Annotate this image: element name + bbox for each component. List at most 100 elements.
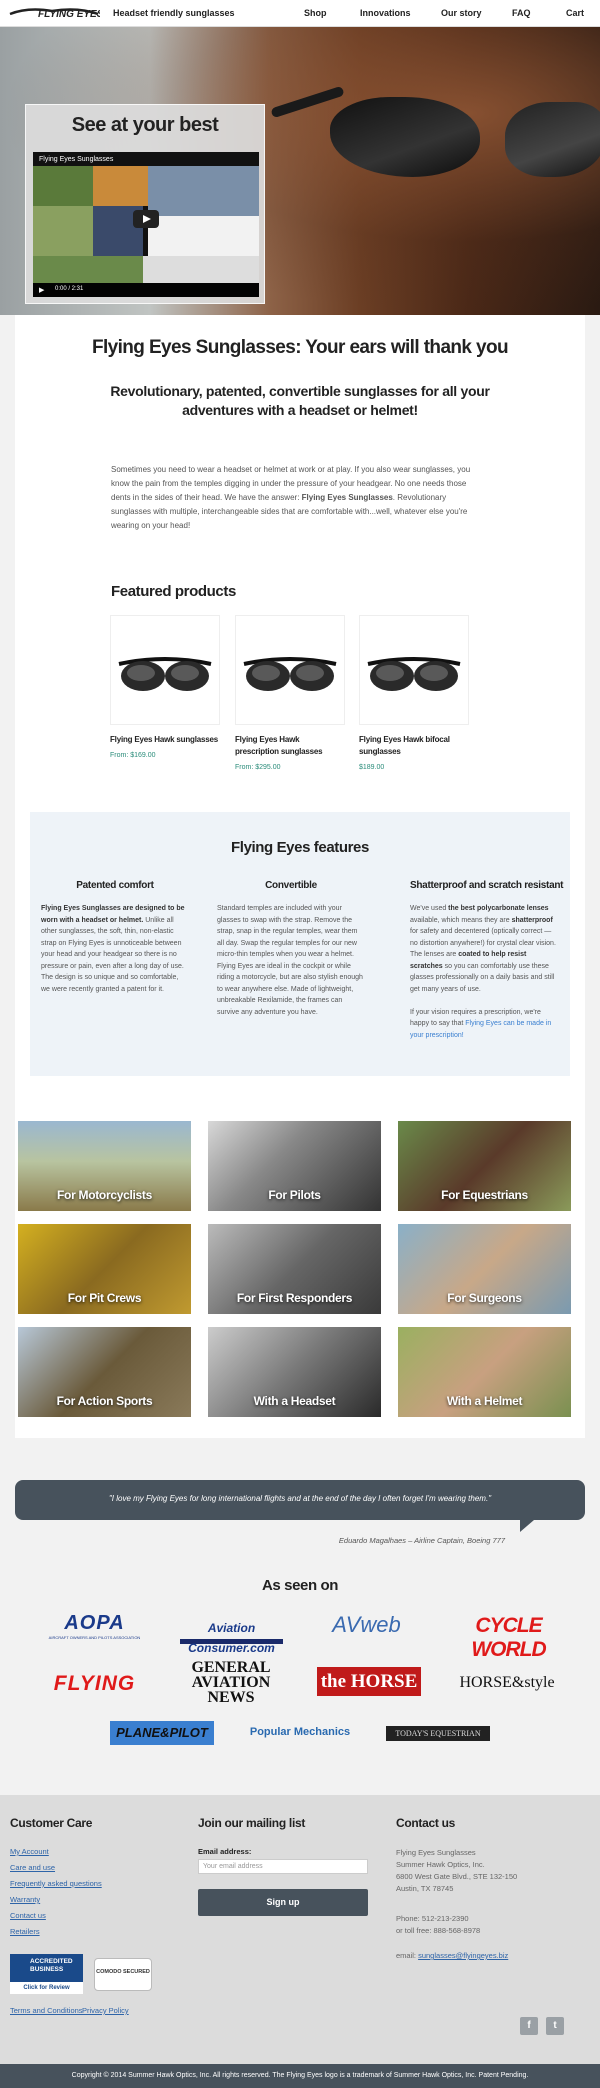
video-title: Flying Eyes Sunglasses: [39, 156, 114, 163]
category-tile-headset[interactable]: With a Headset: [208, 1327, 381, 1417]
main-content: Flying Eyes Sunglasses: Your ears will t…: [15, 315, 585, 1438]
logo-cycle-world[interactable]: CYCLE WORLD: [456, 1614, 561, 1661]
feature-convertible: Convertible Standard temples are include…: [217, 880, 365, 1018]
category-label: For Pilots: [268, 1188, 321, 1202]
product-name[interactable]: Flying Eyes Hawk sunglasses: [110, 734, 220, 746]
logo-the-horse[interactable]: the HORSE: [317, 1667, 421, 1696]
category-label: With a Helmet: [446, 1394, 523, 1408]
product-image[interactable]: [235, 615, 345, 725]
product-card[interactable]: Flying Eyes Hawk sunglasses From: $169.0…: [110, 615, 220, 759]
product-image[interactable]: [110, 615, 220, 725]
email-link[interactable]: sunglasses@flyingeyes.biz: [418, 1951, 508, 1960]
logo-aviation-consumer[interactable]: Aviation Consumer.com: [180, 1618, 283, 1655]
product-name[interactable]: Flying Eyes Hawk prescription sunglasses: [235, 734, 345, 758]
bbb-badge[interactable]: ACCREDITED BUSINESS Click for Review: [10, 1954, 83, 1994]
logo-avweb[interactable]: AVweb: [314, 1612, 419, 1644]
footer-link-privacy[interactable]: Privacy Policy: [82, 2006, 129, 2015]
hero-sunglasses-lens-right: [505, 102, 600, 177]
category-label: For Action Sports: [56, 1394, 153, 1408]
customer-care-title: Customer Care: [10, 1816, 93, 1830]
category-label: For Equestrians: [441, 1188, 528, 1202]
product-price: From: $169.00: [110, 752, 156, 759]
email-label: Email address:: [198, 1847, 252, 1856]
hero-title: See at your best: [71, 114, 219, 136]
nav-shop[interactable]: Shop: [304, 8, 327, 18]
footer-link-retailers[interactable]: Retailers: [10, 1927, 40, 1936]
logo-flying[interactable]: FLYING: [42, 1672, 147, 1702]
category-label: With a Headset: [253, 1394, 336, 1408]
product-price: From: $295.00: [235, 764, 281, 771]
as-seen-on-title: As seen on: [261, 1577, 339, 1594]
category-tile-pit-crews[interactable]: For Pit Crews: [18, 1224, 191, 1314]
category-tile-action-sports[interactable]: For Action Sports: [18, 1327, 191, 1417]
category-tile-equestrians[interactable]: For Equestrians: [398, 1121, 571, 1211]
footer-link-terms[interactable]: Terms and Conditions: [10, 2006, 83, 2015]
bubble-tail: [520, 1520, 534, 1532]
sign-up-button[interactable]: Sign up: [198, 1889, 368, 1916]
category-tile-surgeons[interactable]: For Surgeons: [398, 1224, 571, 1314]
nav-cart[interactable]: Cart: [566, 8, 584, 18]
play-small-icon[interactable]: ▶: [39, 286, 44, 294]
contact-us-title: Contact us: [396, 1816, 456, 1830]
logo-horse-and-style[interactable]: HORSE&style: [452, 1674, 562, 1696]
testimonial-bubble: "I love my Flying Eyes for long internat…: [15, 1480, 585, 1532]
logo-text: FLYING EYES: [38, 9, 100, 20]
page-title: Flying Eyes Sunglasses: Your ears will t…: [91, 337, 509, 358]
product-price: $189.00: [359, 764, 385, 771]
footer-link-warranty[interactable]: Warranty: [10, 1895, 40, 1904]
feature-shatterproof: Shatterproof and scratch resistant We've…: [410, 880, 564, 1041]
hero-banner: See at your best Flying Eyes Sunglasses …: [0, 27, 600, 315]
product-card[interactable]: Flying Eyes Hawk bifocal sunglasses $189…: [359, 615, 469, 771]
feature-patented-comfort: Patented comfort Flying Eyes Sunglasses …: [41, 880, 189, 995]
product-card[interactable]: Flying Eyes Hawk prescription sunglasses…: [235, 615, 345, 771]
category-label: For Pit Crews: [67, 1291, 142, 1305]
site-footer: Customer Care My Account Care and use Fr…: [0, 1795, 600, 2064]
category-tile-pilots[interactable]: For Pilots: [208, 1121, 381, 1211]
feature-heading: Patented comfort: [76, 880, 154, 891]
logo-popular-mechanics[interactable]: Popular Mechanics: [240, 1726, 360, 1742]
feature-text: Standard temples are included with your …: [217, 905, 363, 1016]
bbb-line1: ACCREDITED: [30, 1958, 73, 1965]
product-name[interactable]: Flying Eyes Hawk bifocal sunglasses: [359, 734, 469, 758]
category-tile-motorcyclists[interactable]: For Motorcyclists: [18, 1121, 191, 1211]
feature-text: Flying Eyes Sunglasses are designed to b…: [41, 905, 185, 993]
logo-general-aviation-news[interactable]: GENERAL AVIATION NEWS: [172, 1660, 290, 1708]
product-image[interactable]: [359, 615, 469, 725]
bbb-review-link[interactable]: Click for Review: [10, 1982, 83, 1994]
tagline: Headset friendly sunglasses: [113, 8, 235, 18]
footer-link-faq[interactable]: Frequently asked questions: [10, 1879, 102, 1888]
video-panel: See at your best Flying Eyes Sunglasses …: [25, 104, 265, 304]
logo-plane-and-pilot[interactable]: PLANE&PILOT: [110, 1721, 214, 1745]
page-subtitle: Revolutionary, patented, convertible sun…: [110, 383, 490, 418]
feature-heading: Shatterproof and scratch resistant: [410, 880, 564, 891]
nav-faq[interactable]: FAQ: [512, 8, 531, 18]
category-label: For Surgeons: [447, 1291, 522, 1305]
features-title: Flying Eyes features: [231, 839, 369, 856]
footer-link-my-account[interactable]: My Account: [10, 1847, 49, 1856]
comodo-secure-badge[interactable]: COMODO SECURED: [94, 1958, 152, 1991]
site-header: FLYING EYES Headset friendly sunglasses …: [0, 0, 600, 27]
feature-text: We've used the best polycarbonate lenses…: [410, 905, 556, 1039]
logo-todays-equestrian[interactable]: TODAY'S EQUESTRIAN: [386, 1726, 490, 1741]
contact-address: Flying Eyes Sunglasses Summer Hawk Optic…: [396, 1848, 518, 1893]
video-player[interactable]: Flying Eyes Sunglasses ▶ 0:00 / 2:31: [33, 152, 259, 297]
category-tile-first-responders[interactable]: For First Responders: [208, 1224, 381, 1314]
footer-link-care-and-use[interactable]: Care and use: [10, 1863, 55, 1872]
email-input[interactable]: Your email address: [198, 1859, 368, 1874]
testimonial-quote: "I love my Flying Eyes for long internat…: [108, 1494, 492, 1503]
nav-innovations[interactable]: Innovations: [360, 8, 411, 18]
category-tile-helmet[interactable]: With a Helmet: [398, 1327, 571, 1417]
facebook-icon[interactable]: f: [520, 2017, 538, 2035]
logo-aopa[interactable]: AOPA AIRCRAFT OWNERS AND PILOTS ASSOCIAT…: [42, 1612, 147, 1650]
mailing-list-title: Join our mailing list: [198, 1816, 306, 1830]
feature-heading: Convertible: [265, 880, 317, 891]
contact-email: email: sunglasses@flyingeyes.biz: [396, 1951, 509, 1960]
play-icon[interactable]: [133, 210, 159, 228]
features-section: Flying Eyes features Patented comfort Fl…: [30, 812, 570, 1076]
footer-link-contact-us[interactable]: Contact us: [10, 1911, 46, 1920]
twitter-icon[interactable]: t: [546, 2017, 564, 2035]
video-controls[interactable]: ▶ 0:00 / 2:31: [33, 283, 259, 297]
nav-our-story[interactable]: Our story: [441, 8, 482, 18]
bbb-line2: BUSINESS: [30, 1966, 64, 1973]
flying-eyes-logo[interactable]: FLYING EYES: [8, 5, 104, 23]
